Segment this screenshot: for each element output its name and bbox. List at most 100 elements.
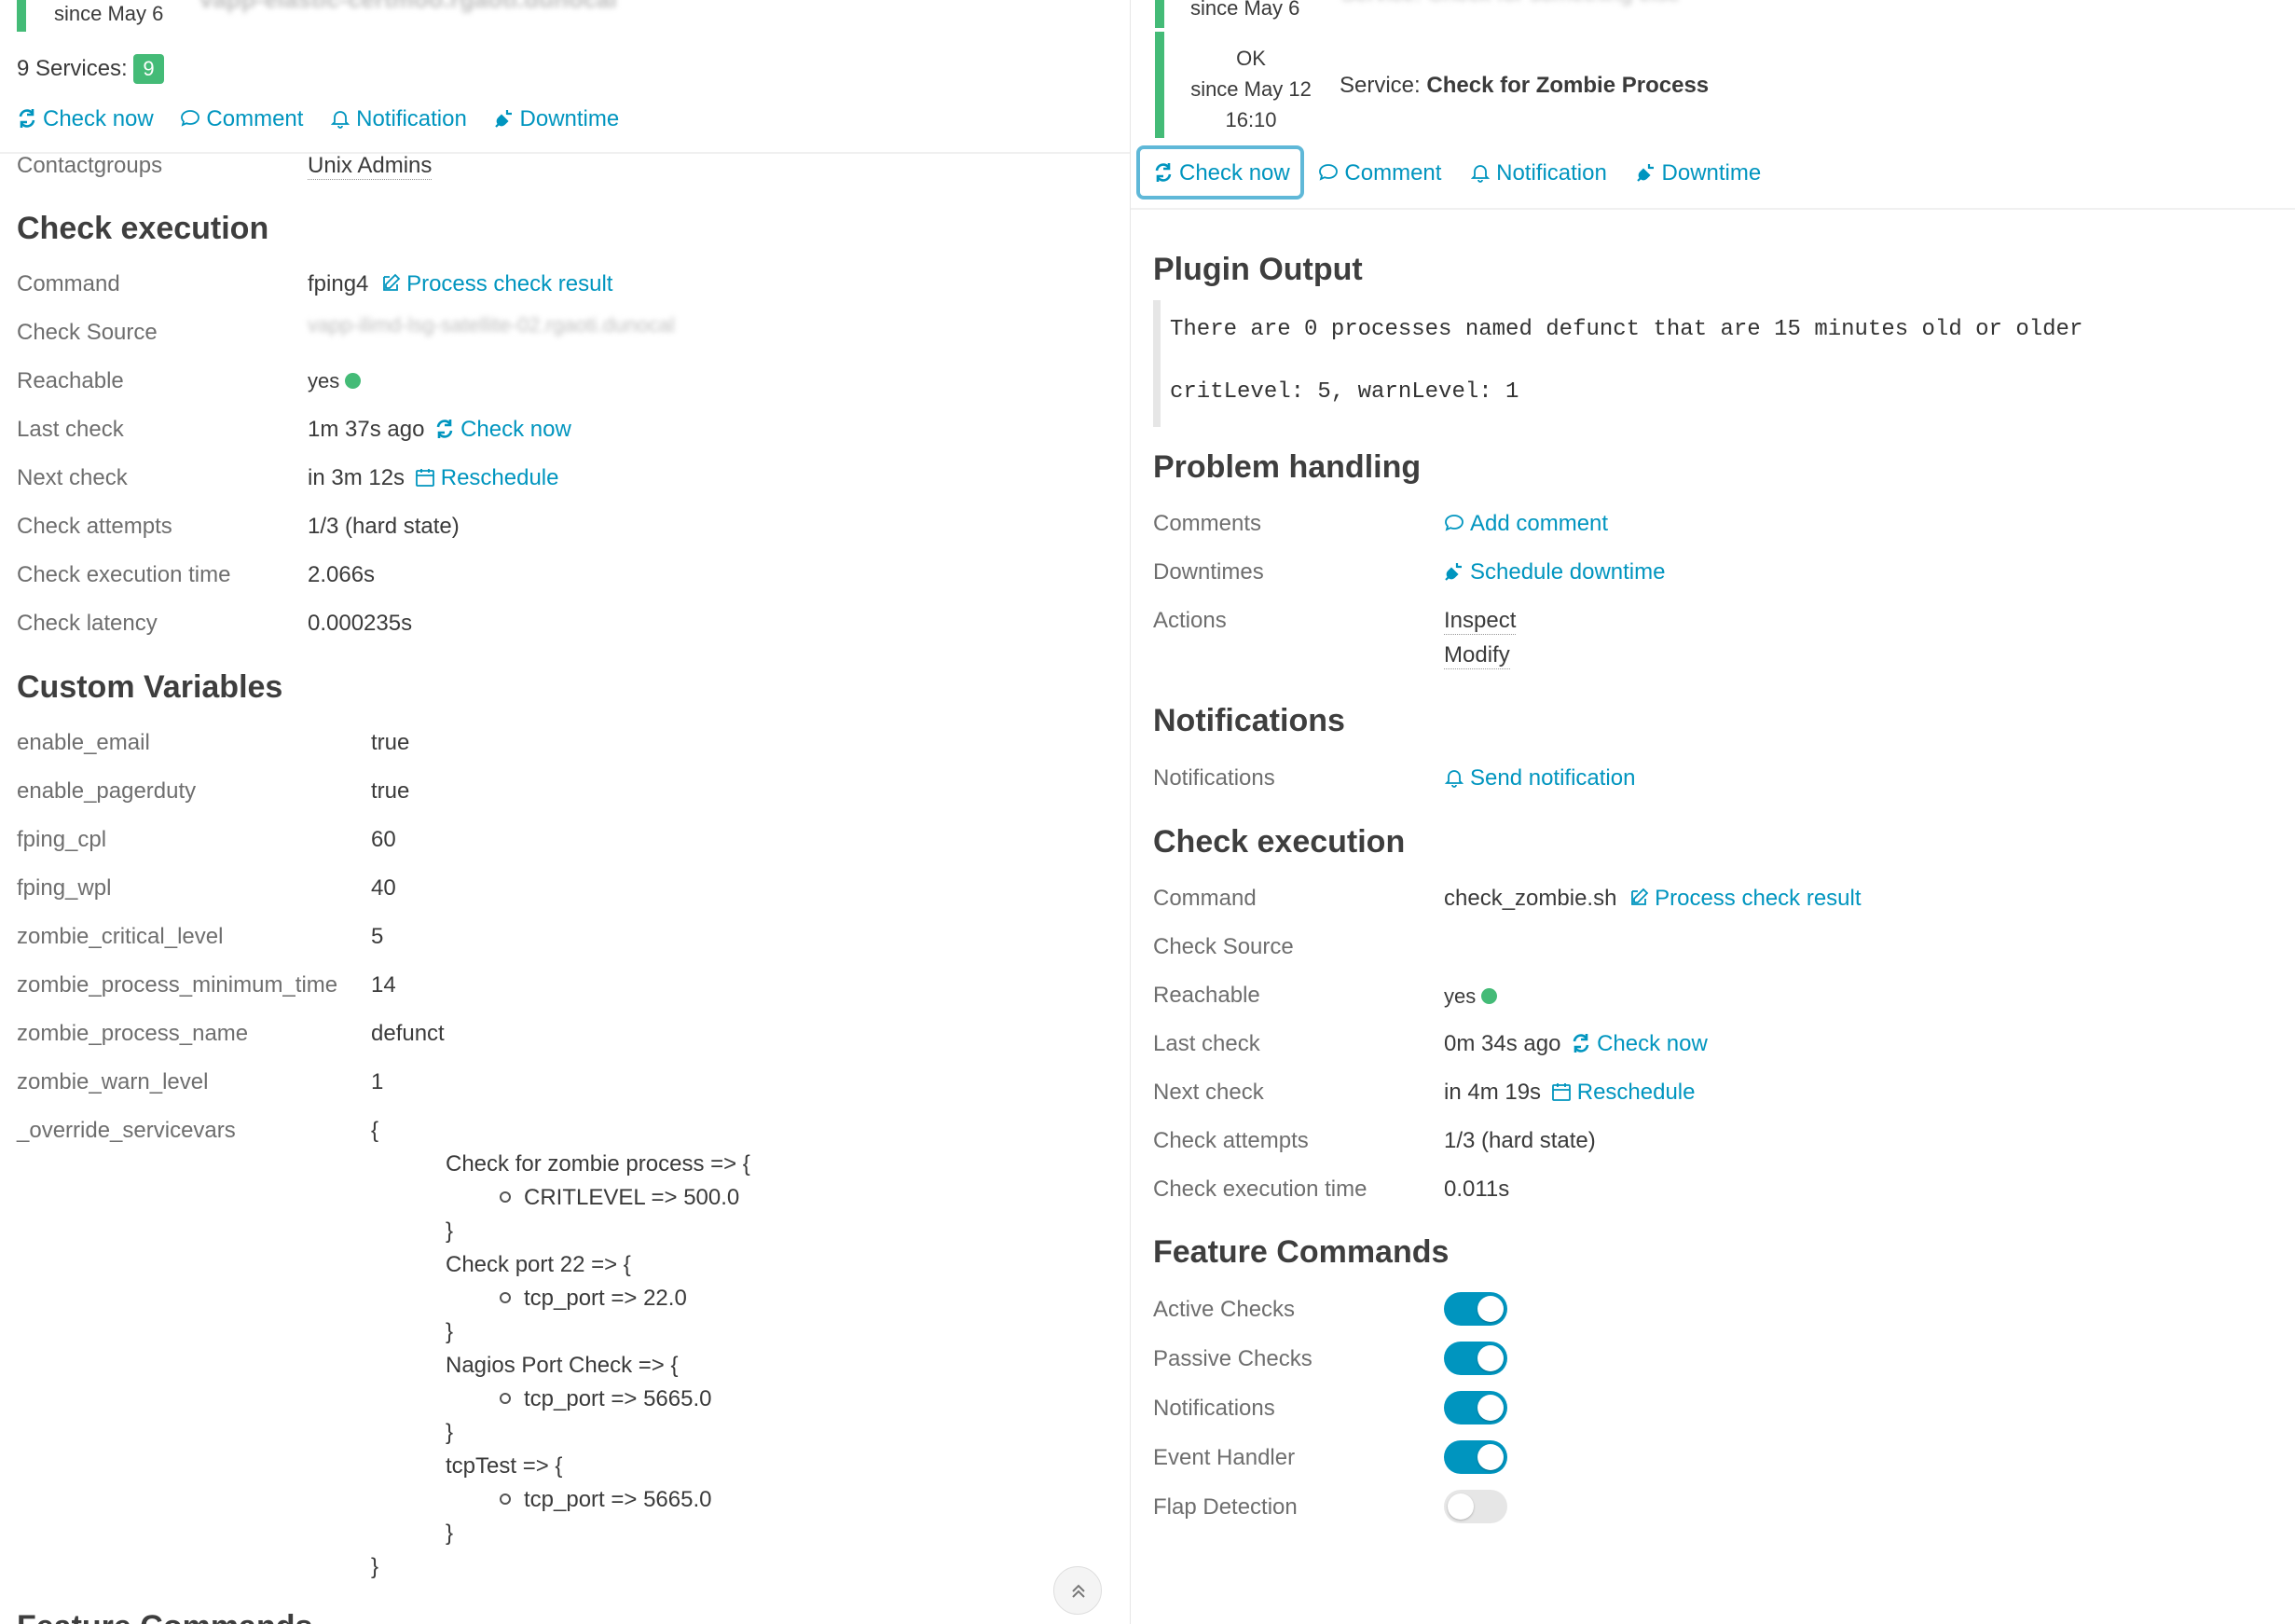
service-downtime-label: Downtime [1661,160,1762,186]
custom-variables-title: Custom Variables [17,669,283,705]
reachable-value: yes [308,369,362,393]
service-notification-link[interactable]: Notification [1470,160,1613,186]
last-check-row: 1m 37s ago Check now [308,417,571,443]
override-item-text: tcp_port => 5665.0 [524,1487,712,1512]
custom-var-value: true [371,778,410,804]
host-comment-link[interactable]: Comment [180,106,309,131]
edit-icon [1631,888,1649,905]
plug-icon [1445,563,1462,581]
last-check-now-link[interactable]: Check now [1571,1031,1708,1056]
override-item-text: tcp_port => 5665.0 [524,1386,712,1411]
inspect-action[interactable]: Inspect [1444,608,1517,635]
edit-icon [383,273,401,291]
reschedule-link[interactable]: Reschedule [1551,1080,1696,1105]
reschedule-label: Reschedule [440,465,559,490]
service-check-now-button[interactable]: Check now [1153,160,1296,186]
add-comment-link[interactable]: Add comment [1444,511,1608,537]
comment-icon [1445,515,1464,531]
flap-detection-toggle[interactable] [1444,1490,1507,1523]
host-check-now-link[interactable]: Check now [17,106,159,131]
process-check-result-label: Process check result [406,271,613,296]
scroll-to-top-button[interactable] [1053,1566,1102,1615]
host-notification-link[interactable]: Notification [330,106,473,131]
override-close-brace: } [446,1420,454,1445]
bell-icon [1470,165,1491,183]
override-close-brace: } [446,1521,454,1546]
last-check-now-link[interactable]: Check now [434,417,571,442]
service-state-block: OK since May 12 16:10 [1190,43,1312,135]
custom-var-label: zombie_warn_level [17,1069,209,1094]
check-execution-time-label: Check execution time [17,562,231,587]
host-downtime-link[interactable]: Downtime [494,106,620,131]
comment-icon [1319,164,1339,181]
header-separator [0,152,1130,154]
prev-service-state-bar [1155,0,1164,28]
downtimes-label: Downtimes [1153,559,1264,585]
last-check-value: 1m 37s ago [308,417,425,442]
next-check-row: in 4m 19s Reschedule [1444,1080,1695,1106]
service-downtime-link[interactable]: Downtime [1636,160,1762,186]
override-item: CRITLEVEL => 500.0 [500,1185,739,1211]
prev-service-blurred: Service: Check for something else [1340,0,1680,7]
service-comment-link[interactable]: Comment [1318,160,1448,186]
command-label: Command [1153,886,1257,911]
check-execution-time-value: 2.066s [308,562,376,587]
last-check-row: 0m 34s ago Check now [1444,1031,1708,1057]
host-comment-label: Comment [206,106,304,131]
services-count-badge[interactable]: 9 [133,54,164,84]
check-source-label: Check Source [1153,934,1294,959]
schedule-downtime-link[interactable]: Schedule downtime [1444,559,1665,585]
service-name: Check for Zombie Process [1426,73,1710,98]
service-prefix: Service: [1340,73,1421,98]
service-check-now-label: Check now [1179,160,1290,186]
check-source-label: Check Source [17,320,158,345]
command-row: fping4 Process check result [308,271,612,297]
services-label: 9 Services: [17,56,128,81]
problem-handling-title: Problem handling [1153,449,1422,485]
custom-var-label: fping_cpl [17,827,107,852]
chevron-up-icon [1072,1584,1085,1598]
list-bullet [500,1393,511,1404]
send-notification-link[interactable]: Send notification [1444,765,1635,791]
list-bullet [500,1191,511,1203]
host-state-bar [17,0,26,32]
modify-action[interactable]: Modify [1444,642,1510,669]
reachable-label: Reachable [17,368,124,393]
active-checks-toggle[interactable] [1444,1292,1507,1326]
prev-service-since: since May 6 [1190,0,1300,20]
toggle-knob [1448,1493,1474,1520]
command-label: Command [17,271,120,296]
contactgroups-value[interactable]: Unix Admins [308,153,433,180]
send-notification-label: Send notification [1470,765,1636,791]
refresh-icon [436,420,453,438]
passive-checks-toggle[interactable] [1444,1342,1507,1375]
last-check-now-label: Check now [1597,1031,1708,1056]
host-name-blurred: vapp-elastic-certmoo.rgaoti.dunocal [199,0,617,14]
reschedule-label: Reschedule [1576,1080,1696,1105]
host-downtime-label: Downtime [519,106,620,131]
override-key: tcpTest => { [446,1453,563,1479]
reschedule-link[interactable]: Reschedule [415,465,559,490]
process-check-result-link[interactable]: Process check result [1628,886,1862,911]
process-check-result-link[interactable]: Process check result [380,271,612,296]
check-attempts-value: 1/3 (hard state) [308,514,460,539]
contactgroups-label: Contactgroups [17,153,163,178]
services-summary: 9 Services: 9 [17,54,164,84]
host-action-bar: Check now Comment Notification Downtime [17,106,619,132]
calendar-icon [415,469,434,487]
next-check-value: in 4m 19s [1444,1080,1542,1105]
reachable-label: Reachable [1153,983,1260,1008]
page: since May 6 vapp-elastic-certmoo.rgaoti.… [0,0,2295,1624]
plugin-output-box: There are 0 processes named defunct that… [1153,300,2253,427]
reachable-text: yes [308,369,340,392]
last-check-label: Last check [1153,1031,1260,1056]
notifications-toggle[interactable] [1444,1391,1507,1424]
plugin-output-line: There are 0 processes named defunct that… [1170,317,2083,342]
event-handler-toggle[interactable] [1444,1440,1507,1474]
host-detail-column: since May 6 vapp-elastic-certmoo.rgaoti.… [0,0,1130,1624]
check-execution-title: Check execution [17,211,269,246]
reachable-status-dot [1481,988,1498,1004]
check-attempts-value: 1/3 (hard state) [1444,1128,1596,1153]
feature-label-flap-detection: Flap Detection [1153,1494,1298,1520]
host-check-now-label: Check now [43,106,154,131]
